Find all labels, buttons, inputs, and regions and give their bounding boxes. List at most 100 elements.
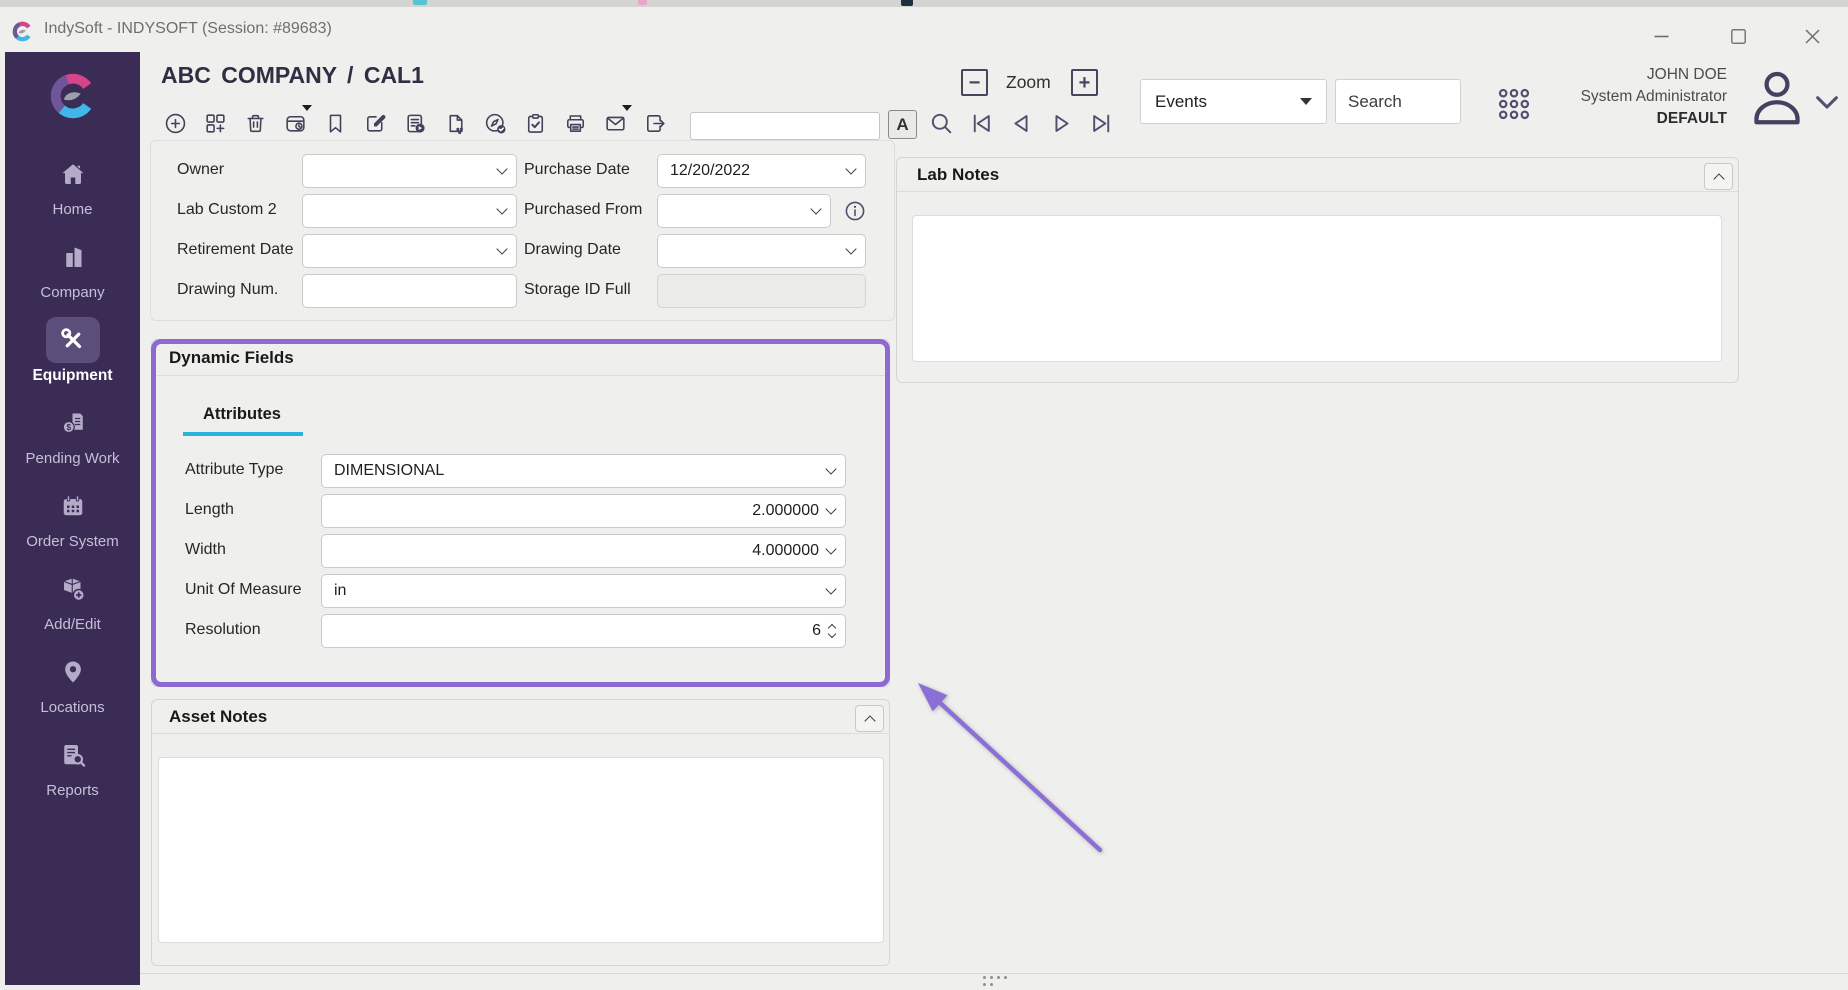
sidebar-item-equipment[interactable]: Equipment bbox=[5, 317, 140, 400]
drawing-date-label: Drawing Date bbox=[524, 241, 621, 259]
clone-record-icon[interactable] bbox=[203, 108, 228, 138]
maximize-button[interactable] bbox=[1726, 27, 1750, 45]
tab-peek-navy bbox=[901, 0, 913, 6]
tab-attributes[interactable]: Attributes bbox=[203, 405, 281, 424]
titlebar: IndySoft - INDYSOFT (Session: #89683) bbox=[0, 7, 1848, 52]
apps-grid-icon[interactable] bbox=[1496, 86, 1532, 122]
minimize-button[interactable] bbox=[1649, 27, 1673, 45]
sidebar-item-pending-work[interactable]: $ Pending Work bbox=[5, 400, 140, 483]
splitter-divider bbox=[140, 973, 1848, 974]
window-top-edge bbox=[0, 0, 1848, 7]
bookmark-icon[interactable] bbox=[323, 108, 348, 138]
zoom-label: Zoom bbox=[1006, 72, 1051, 93]
avatar[interactable] bbox=[1745, 64, 1809, 137]
panel-divider bbox=[897, 191, 1738, 192]
indysoft-logo-icon bbox=[11, 20, 34, 48]
quick-find-input[interactable] bbox=[690, 112, 880, 140]
chevron-down-icon bbox=[845, 243, 856, 254]
chevron-down-icon bbox=[825, 463, 836, 474]
sidebar-item-label: Equipment bbox=[32, 367, 112, 385]
spinner-up-down-icon[interactable] bbox=[829, 625, 835, 637]
unit-of-measure-label: Unit Of Measure bbox=[185, 581, 301, 599]
locations-icon bbox=[46, 649, 100, 695]
record-navigation bbox=[928, 110, 1115, 137]
purchase-date-label: Purchase Date bbox=[524, 161, 630, 179]
reports-icon bbox=[46, 732, 100, 778]
event-history-icon[interactable] bbox=[403, 108, 428, 138]
close-button[interactable] bbox=[1800, 27, 1824, 45]
paste-data-icon[interactable] bbox=[443, 108, 468, 138]
zoom-out-button[interactable]: − bbox=[961, 69, 988, 96]
edit-record-icon[interactable] bbox=[363, 108, 388, 138]
chevron-up-icon bbox=[1713, 173, 1724, 184]
width-select[interactable]: 4.000000 bbox=[321, 534, 846, 568]
asset-notes-collapse-button[interactable] bbox=[855, 705, 884, 732]
zoom-in-button[interactable]: + bbox=[1071, 69, 1098, 96]
sidebar-item-label: Add/Edit bbox=[44, 616, 101, 633]
drawing-num-input[interactable] bbox=[302, 274, 517, 308]
print-icon[interactable] bbox=[563, 108, 588, 138]
chevron-down-icon bbox=[825, 543, 836, 554]
sidebar-item-reports[interactable]: Reports bbox=[5, 732, 140, 815]
unit-of-measure-select[interactable]: in bbox=[321, 574, 846, 608]
attribute-type-select[interactable]: DIMENSIONAL bbox=[321, 454, 846, 488]
lab-custom-2-label: Lab Custom 2 bbox=[177, 201, 277, 219]
tab-peek-cyan bbox=[413, 0, 427, 5]
user-profile: DEFAULT bbox=[1581, 108, 1727, 130]
purchased-from-label: Purchased From bbox=[524, 201, 642, 219]
tab-peek-pink bbox=[638, 0, 647, 5]
indysoft-logo-icon bbox=[47, 70, 99, 127]
length-label: Length bbox=[185, 501, 234, 519]
chevron-down-icon bbox=[496, 203, 507, 214]
svg-text:$: $ bbox=[66, 423, 71, 432]
schedule-event-icon[interactable] bbox=[283, 108, 308, 138]
active-tab-underline bbox=[183, 432, 303, 436]
last-record-icon[interactable] bbox=[1088, 110, 1115, 137]
sidebar-item-add-edit[interactable]: Add/Edit bbox=[5, 566, 140, 649]
info-icon[interactable] bbox=[843, 199, 867, 223]
drawing-date-select[interactable] bbox=[657, 234, 866, 268]
delete-record-icon[interactable] bbox=[243, 108, 268, 138]
user-info: JOHN DOE System Administrator DEFAULT bbox=[1581, 64, 1727, 130]
audit-trail-icon[interactable] bbox=[483, 108, 508, 138]
asset-notes-textarea[interactable] bbox=[158, 757, 884, 943]
email-icon[interactable] bbox=[603, 108, 628, 138]
resolution-spinner[interactable]: 6 bbox=[321, 614, 846, 648]
retirement-date-label: Retirement Date bbox=[177, 241, 294, 259]
font-toggle-button[interactable]: A bbox=[888, 110, 917, 139]
lab-notes-collapse-button[interactable] bbox=[1704, 163, 1733, 190]
next-record-icon[interactable] bbox=[1048, 110, 1075, 137]
purchased-from-select[interactable] bbox=[657, 194, 831, 228]
sidebar-item-label: Reports bbox=[46, 782, 99, 799]
lab-custom-2-select[interactable] bbox=[302, 194, 517, 228]
first-record-icon[interactable] bbox=[968, 110, 995, 137]
splitter-grip-handle[interactable] bbox=[983, 976, 1007, 986]
owner-select[interactable] bbox=[302, 154, 517, 188]
purchase-date-select[interactable]: 12/20/2022 bbox=[657, 154, 866, 188]
chevron-down-icon bbox=[496, 163, 507, 174]
retirement-date-select[interactable] bbox=[302, 234, 517, 268]
width-label: Width bbox=[185, 541, 226, 559]
export-record-icon[interactable] bbox=[643, 108, 668, 138]
search-input[interactable] bbox=[1335, 79, 1461, 124]
previous-record-icon[interactable] bbox=[1008, 110, 1035, 137]
sidebar-item-home[interactable]: Home bbox=[5, 151, 140, 234]
company-icon bbox=[46, 234, 100, 280]
length-select[interactable]: 2.000000 bbox=[321, 494, 846, 528]
order-system-icon bbox=[46, 483, 100, 529]
user-name: JOHN DOE bbox=[1581, 64, 1727, 86]
sidebar-item-locations[interactable]: Locations bbox=[5, 649, 140, 732]
caret-down-icon bbox=[1300, 98, 1312, 105]
sidebar-item-label: Company bbox=[40, 284, 104, 301]
dropdown-flag-icon bbox=[302, 105, 312, 111]
events-dropdown-value: Events bbox=[1155, 92, 1207, 112]
sidebar-item-company[interactable]: Company bbox=[5, 234, 140, 317]
events-dropdown[interactable]: Events bbox=[1140, 79, 1327, 124]
lab-notes-textarea[interactable] bbox=[912, 215, 1722, 362]
user-menu-chevron-icon[interactable] bbox=[1813, 92, 1841, 114]
record-title: ABC COMPANY / CAL1 bbox=[161, 62, 424, 89]
search-icon[interactable] bbox=[928, 110, 955, 137]
add-record-icon[interactable] bbox=[163, 108, 188, 138]
certifications-icon[interactable] bbox=[523, 108, 548, 138]
sidebar-item-order-system[interactable]: Order System bbox=[5, 483, 140, 566]
